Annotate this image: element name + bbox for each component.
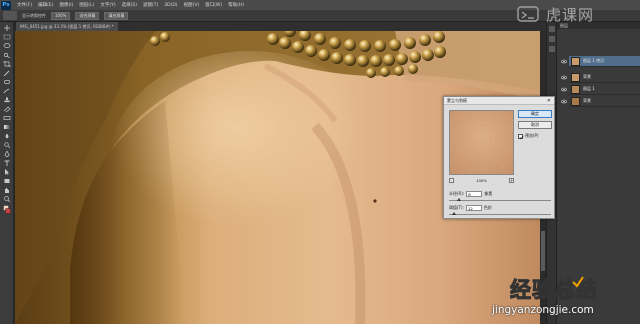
cancel-button[interactable]: 取消 [518,121,552,129]
ok-button[interactable]: 确定 [518,110,552,118]
watermark-cn-text: 经验总结 [510,274,598,304]
brush-tool-icon[interactable] [3,88,11,94]
site-watermark: 经验总结 jingyanzongjie.com [492,274,632,320]
history-brush-tool-icon[interactable] [3,106,11,113]
zoom-100-button[interactable]: 100% [51,11,71,20]
clone-stamp-tool-icon[interactable] [3,97,11,103]
radius-unit: 像素 [484,191,493,196]
options-label: 显示转换控件 [22,12,46,18]
history-panel-icon[interactable] [548,26,555,32]
visibility-eye-icon[interactable] [561,75,567,80]
layer-name: 背景 [583,74,591,79]
preview-skin-texture [450,111,513,174]
checkmark-icon [519,135,524,139]
layer-name: 图层 1 拷贝 [583,58,605,63]
blur-tool-icon[interactable] [3,133,11,139]
radius-slider-knob[interactable] [457,198,462,201]
radius-label: 半径(R): [449,191,465,196]
visibility-eye-icon[interactable] [561,99,567,104]
tool-preset-picker[interactable] [3,11,17,20]
shape-tool-icon[interactable] [3,178,11,184]
checkbox-box[interactable] [518,133,524,139]
radius-row: 半径(R): 像素 [449,191,492,197]
layer-thumbnail [571,56,580,66]
adjustments-panel-icon[interactable] [548,46,555,52]
menu-file[interactable]: 文件(F) [17,2,32,8]
type-tool-icon[interactable] [3,160,11,166]
menu-layer[interactable]: 图层(L) [79,2,94,8]
tiger-logo-icon [517,6,539,22]
radius-input[interactable] [466,191,483,197]
hand-tool-icon[interactable] [3,187,11,193]
dialog-title: 蒙尘与划痕 [444,97,554,105]
menu-edit[interactable]: 编辑(E) [38,2,53,8]
layers-panel-tab[interactable]: 图层 [557,22,640,29]
fill-screen-button[interactable]: 填充屏幕 [104,11,129,20]
menu-filter[interactable]: 滤镜(T) [143,2,158,8]
threshold-unit: 色阶 [483,205,492,210]
watermark-cn-part1: 经验 [510,278,554,303]
watermark-url: jingyanzongjie.com [492,304,594,316]
move-tool-icon[interactable] [3,25,11,31]
gradient-tool-icon[interactable] [3,124,11,130]
fit-screen-button[interactable]: 适合屏幕 [75,11,100,20]
threshold-input[interactable] [465,205,482,211]
visibility-eye-icon[interactable] [561,59,567,64]
layer-thumbnail [571,96,580,106]
menu-3d[interactable]: 3D(D) [164,3,177,8]
photoshop-logo-icon: Ps [1,0,11,10]
quick-select-tool-icon[interactable] [3,52,11,59]
pen-tool-icon[interactable] [3,150,11,158]
layer-row[interactable]: 图层 1 [569,84,640,95]
color-swatches-icon[interactable] [2,205,11,214]
menu-select[interactable]: 选择(S) [122,2,137,8]
menu-type[interactable]: 文字(Y) [100,2,115,8]
dust-scratches-dialog: 蒙尘与划痕 ✕ 确定 取消 预览(P) - 100% + 半径(R): 8 像素… [443,96,555,219]
menu-image[interactable]: 图像(I) [59,2,73,8]
crop-tool-icon[interactable] [2,61,11,67]
visibility-eye-icon[interactable] [561,87,567,92]
layer-row[interactable]: 背景 [569,96,640,107]
tools-panel [0,22,14,324]
marquee-tool-icon[interactable] [3,34,11,40]
eraser-tool-icon[interactable] [3,115,11,121]
layer-row[interactable]: 背景 [569,72,640,83]
menu-help[interactable]: 帮助(H) [228,2,244,8]
layer-name: 图层 1 [583,86,595,91]
menu-window[interactable]: 窗口(W) [205,2,222,8]
preview-label: 预览(P) [525,133,539,138]
threshold-label: 阈值(T): [449,205,464,210]
zoom-level: 100% [476,177,487,183]
layer-thumbnail [571,72,580,82]
healing-brush-tool-icon[interactable] [3,79,11,85]
properties-panel-icon[interactable] [548,36,555,42]
document-tab-bar: IMG_0451.jpg @ 33.3% (图层 1 拷贝, RGB/8#) * [16,22,546,31]
lasso-tool-icon[interactable] [3,43,11,49]
eyedropper-tool-icon[interactable] [3,70,11,77]
filter-preview[interactable] [449,110,514,175]
zoom-out-button[interactable]: - [449,177,454,183]
zoom-in-button[interactable]: + [508,177,514,183]
scrollbar-thumb[interactable] [541,231,545,271]
threshold-row: 阈值(T): 色阶 [449,205,492,211]
threshold-slider[interactable] [449,212,551,215]
preview-checkbox[interactable]: 预览(P) [518,133,539,139]
layer-thumbnail [571,84,580,94]
radius-slider[interactable] [449,198,551,201]
path-select-tool-icon[interactable] [3,169,11,175]
menu-view[interactable]: 视图(V) [184,2,200,8]
zoom-controls: - 100% + [449,177,514,183]
layer-name: 背景 [583,98,591,103]
close-icon[interactable]: ✕ [547,98,551,104]
watermark-check-icon [572,276,584,288]
document-tab[interactable]: IMG_0451.jpg @ 33.3% (图层 1 拷贝, RGB/8#) * [16,22,118,31]
layer-row[interactable]: 图层 1 拷贝 [569,56,640,67]
dodge-tool-icon[interactable] [3,142,11,149]
zoom-tool-icon[interactable] [3,196,11,203]
threshold-slider-knob[interactable] [452,212,457,215]
